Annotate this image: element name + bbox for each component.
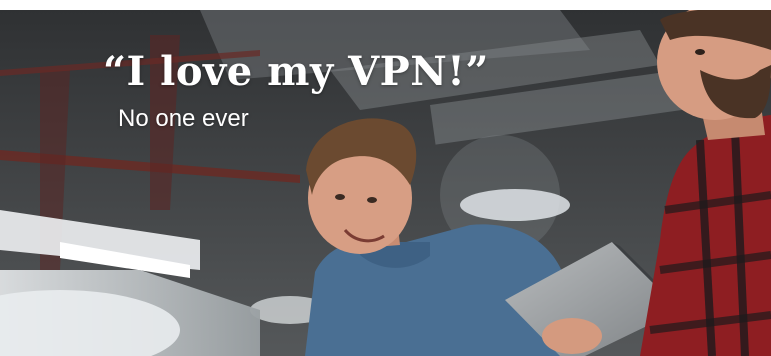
- hero-banner: “I love my VPN!” No one ever: [0, 10, 771, 356]
- quote-headline: “I love my VPN!”: [103, 48, 489, 95]
- quote-attribution: No one ever: [118, 105, 249, 132]
